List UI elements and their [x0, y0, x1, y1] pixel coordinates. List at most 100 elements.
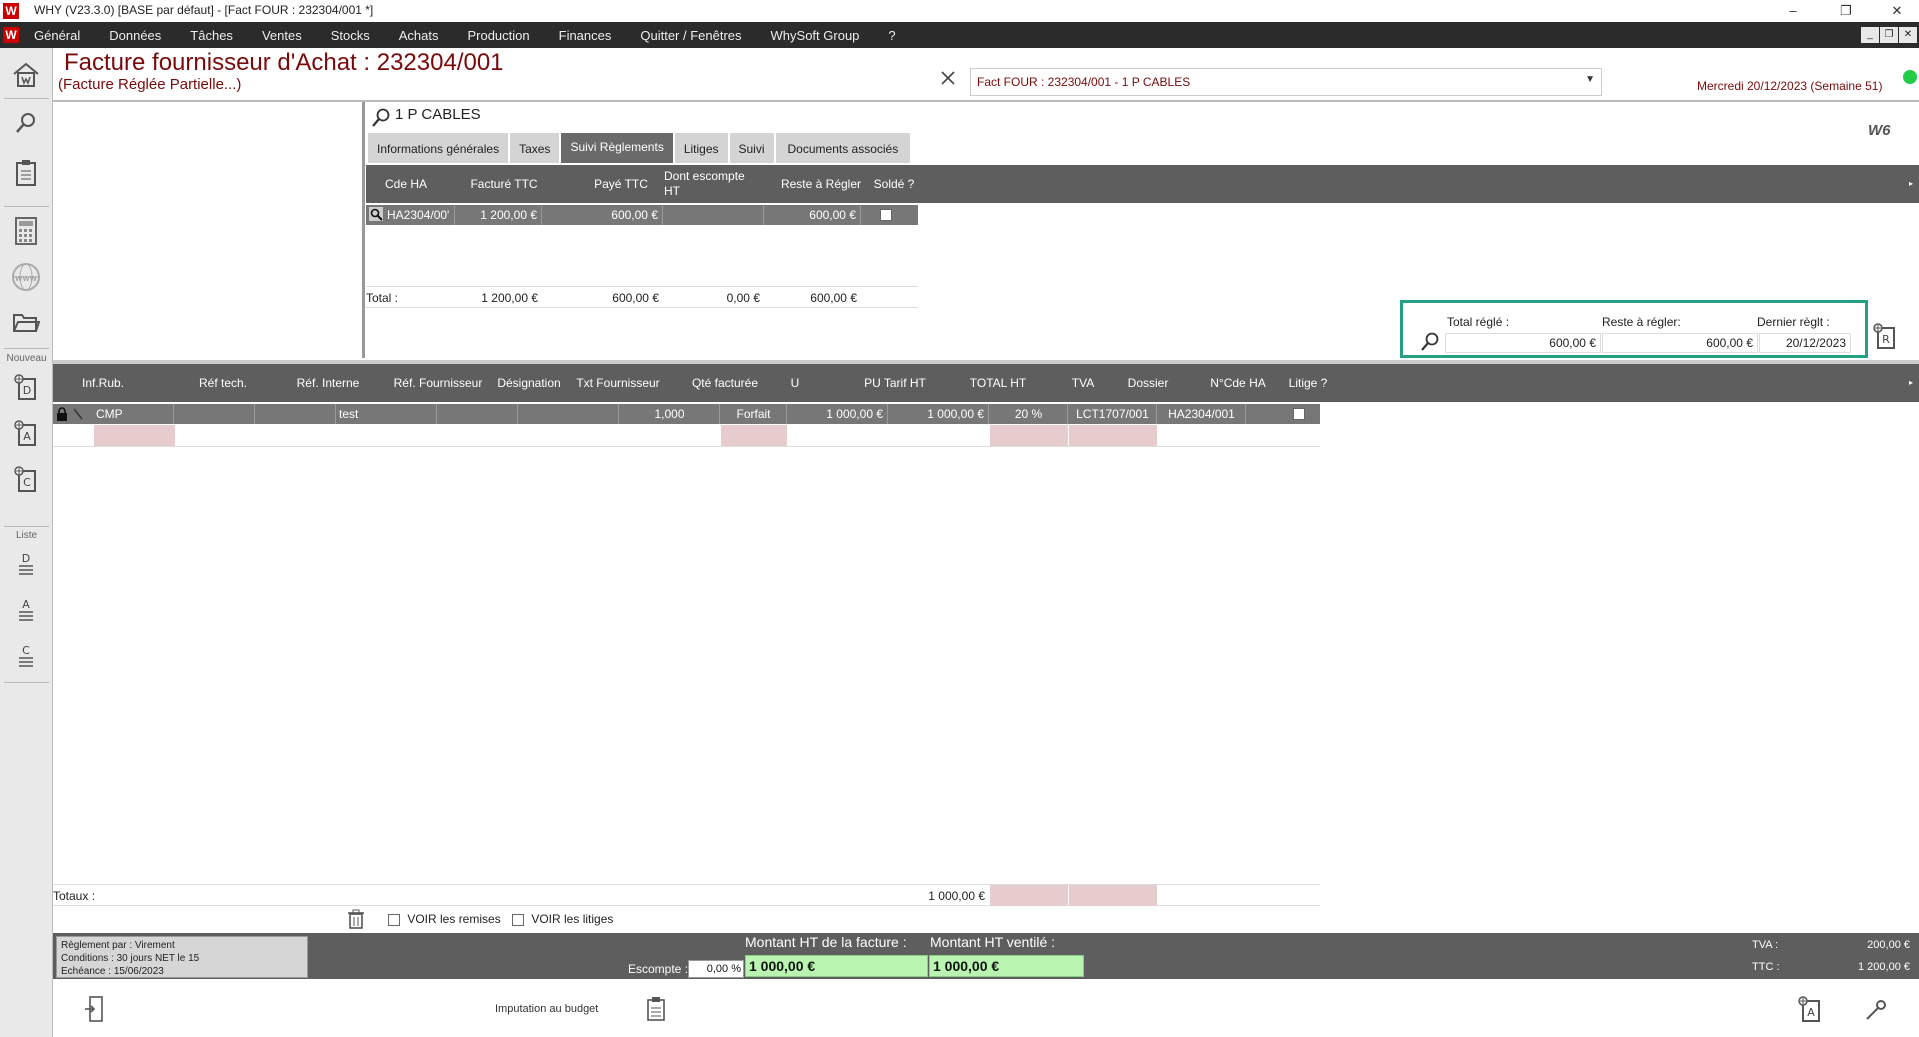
col-designation[interactable]: Désignation — [489, 364, 569, 402]
tab-litiges[interactable]: Litiges — [674, 133, 730, 163]
mdi-restore-button[interactable]: ❐ — [1880, 27, 1898, 43]
imputation-clipboard-icon[interactable] — [646, 996, 666, 1022]
list-d-icon[interactable]: D — [8, 548, 44, 582]
tab-suivi-reglements[interactable]: Suivi Règlements — [561, 133, 675, 163]
cell-reste-a-regler[interactable]: 600,00 € — [765, 205, 861, 225]
menu-whysoft-group[interactable]: WhySoft Group — [771, 28, 860, 43]
close-document-icon[interactable] — [940, 70, 956, 86]
solde-checkbox[interactable] — [880, 209, 892, 221]
col-dont-escompte[interactable]: Dont escompte HT — [664, 169, 760, 199]
new-document-d-icon[interactable]: D — [8, 370, 44, 404]
required-cell[interactable] — [990, 425, 1068, 446]
escompte-input[interactable]: 0,00 % — [688, 960, 744, 978]
scroll-right-icon[interactable]: ▸ — [1906, 364, 1916, 402]
voir-remises-checkbox[interactable] — [388, 913, 400, 926]
scroll-right-icon[interactable]: ▸ — [1906, 165, 1916, 203]
document-select[interactable]: Fact FOUR : 232304/001 - 1 P CABLES ▼ — [970, 68, 1602, 96]
close-window-button[interactable]: ✕ — [1877, 2, 1917, 20]
menu-help[interactable]: ? — [888, 28, 895, 43]
globe-www-icon[interactable]: www — [8, 260, 44, 294]
tab-informations-generales[interactable]: Informations générales — [368, 133, 511, 163]
col-litige[interactable]: Litige ? — [1273, 364, 1343, 402]
tab-taxes[interactable]: Taxes — [510, 133, 562, 163]
cell-cde-ha[interactable]: HA2304/00' — [385, 205, 455, 225]
table-row[interactable]: HA2304/00' 1 200,00 € 600,00 € 600,00 € — [366, 205, 918, 225]
menu-quitter-fenetres[interactable]: Quitter / Fenêtres — [640, 28, 741, 43]
cell-facture-ttc[interactable]: 1 200,00 € — [456, 205, 542, 225]
menu-general[interactable]: Général — [34, 28, 80, 43]
tab-documents-associes[interactable]: Documents associés — [775, 133, 913, 163]
cell-dossier[interactable]: LCT1707/001 — [1069, 404, 1157, 424]
menu-production[interactable]: Production — [467, 28, 529, 43]
col-facture-ttc[interactable]: Facturé TTC — [454, 165, 554, 203]
cell-inf-rub[interactable]: CMP — [94, 404, 174, 424]
cell-total-ht[interactable]: 1 000,00 € — [889, 404, 989, 424]
new-document-a-icon[interactable]: A — [8, 416, 44, 450]
menu-finances[interactable]: Finances — [559, 28, 612, 43]
col-qte-facturee[interactable]: Qté facturée — [675, 364, 775, 402]
menu-ventes[interactable]: Ventes — [262, 28, 302, 43]
col-total-ht[interactable]: TOTAL HT — [953, 364, 1043, 402]
cell-designation[interactable] — [438, 404, 518, 424]
exit-door-icon[interactable] — [84, 995, 104, 1023]
row-search-icon[interactable] — [369, 207, 383, 221]
cell-unite[interactable]: Forfait — [721, 404, 787, 424]
col-solde[interactable]: Soldé ? — [858, 165, 930, 203]
home-icon[interactable] — [8, 58, 44, 92]
menu-achats[interactable]: Achats — [399, 28, 439, 43]
maximize-button[interactable]: ❐ — [1826, 2, 1866, 20]
new-document-a-bottom-icon[interactable]: A — [1797, 995, 1823, 1023]
table-row[interactable]: CMP test 1,000 Forfait 1 000,00 € 1 000,… — [53, 404, 1320, 424]
trash-icon[interactable] — [347, 909, 365, 929]
pen-icon[interactable] — [72, 407, 84, 421]
supplier-search-icon[interactable] — [370, 107, 392, 129]
minimize-button[interactable]: – — [1773, 2, 1813, 20]
cell-qte-facturee[interactable]: 1,000 — [620, 404, 720, 424]
cell-ref-fournisseur[interactable]: test — [337, 404, 437, 424]
required-cell[interactable] — [1069, 425, 1157, 446]
cell-tva[interactable]: 20 % — [990, 404, 1068, 424]
col-ncde-ha[interactable]: N°Cde HA — [1193, 364, 1283, 402]
col-ref-interne[interactable]: Réf. Interne — [283, 364, 373, 402]
required-cell[interactable] — [94, 425, 175, 446]
clipboard-icon[interactable] — [8, 156, 44, 190]
list-a-icon[interactable]: A — [8, 594, 44, 628]
col-ref-tech[interactable]: Réf tech. — [183, 364, 263, 402]
cell-txt-fournisseur[interactable] — [519, 404, 619, 424]
cell-dont-escompte[interactable] — [664, 205, 764, 225]
col-pu-tarif-ht[interactable]: PU Tarif HT — [845, 364, 945, 402]
menu-stocks[interactable]: Stocks — [331, 28, 370, 43]
cell-ncde-ha[interactable]: HA2304/001 — [1158, 404, 1246, 424]
voir-litiges-option[interactable]: VOIR les litiges — [512, 912, 613, 926]
col-cde-ha[interactable]: Cde HA — [366, 165, 446, 203]
voir-litiges-checkbox[interactable] — [512, 913, 524, 926]
litige-checkbox[interactable] — [1293, 408, 1305, 420]
folder-open-icon[interactable] — [8, 306, 44, 340]
new-reglement-r-icon[interactable]: R — [1872, 322, 1898, 350]
panel-splitter[interactable] — [362, 102, 365, 358]
cell-paye-ttc[interactable]: 600,00 € — [543, 205, 663, 225]
search-icon[interactable] — [8, 106, 44, 140]
tab-suivi[interactable]: Suivi — [729, 133, 776, 163]
menu-donnees[interactable]: Données — [109, 28, 161, 43]
tools-wrench-icon[interactable] — [1864, 998, 1888, 1022]
new-document-c-icon[interactable]: C — [8, 462, 44, 496]
cell-ref-interne[interactable] — [256, 404, 336, 424]
mdi-close-button[interactable]: ✕ — [1899, 27, 1917, 43]
required-cell[interactable] — [721, 425, 787, 446]
table-row-empty[interactable] — [53, 425, 1320, 447]
menu-taches[interactable]: Tâches — [190, 28, 233, 43]
col-paye-ttc[interactable]: Payé TTC — [576, 165, 666, 203]
summary-search-icon[interactable] — [1419, 331, 1441, 353]
col-dossier[interactable]: Dossier — [1108, 364, 1188, 402]
imputation-budget-label[interactable]: Imputation au budget — [495, 1003, 598, 1015]
col-ref-fournisseur[interactable]: Réf. Fournisseur — [388, 364, 488, 402]
list-c-icon[interactable]: C — [8, 640, 44, 674]
calculator-icon[interactable] — [8, 214, 44, 248]
mdi-minimize-button[interactable]: _ — [1861, 27, 1879, 43]
col-txt-fournisseur[interactable]: Txt Fournisseur — [568, 364, 668, 402]
cell-ref-tech[interactable] — [175, 404, 255, 424]
voir-remises-option[interactable]: VOIR les remises — [388, 912, 501, 926]
col-unite[interactable]: U — [775, 364, 815, 402]
cell-pu-tarif-ht[interactable]: 1 000,00 € — [788, 404, 888, 424]
